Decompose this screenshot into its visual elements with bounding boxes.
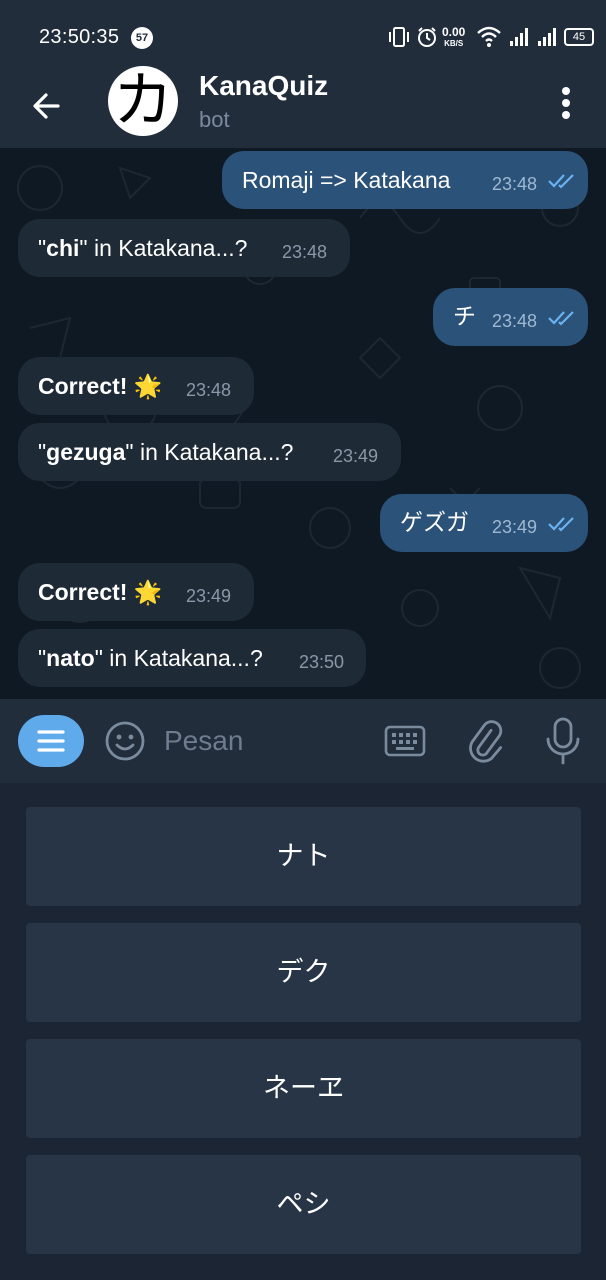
- message-time: 23:49: [186, 586, 232, 606]
- message-time: 23:50: [299, 652, 345, 672]
- menu-lines-icon: [37, 730, 65, 752]
- message-time: 23:48: [492, 311, 538, 331]
- reply-keyboard: ナト デク ネーヱ ペシ: [0, 783, 606, 1280]
- message-text: "gezuga" in Katakana...?: [38, 439, 294, 465]
- read-check-icon: [548, 517, 574, 532]
- message-bubble-incoming[interactable]: Correct! 🌟 23:49: [18, 563, 254, 621]
- more-options-icon[interactable]: [550, 80, 582, 126]
- status-time: 23:50:35: [39, 26, 120, 48]
- message-bubble-outgoing[interactable]: Romaji => Katakana 23:48: [222, 151, 588, 209]
- message-input-bar: [0, 699, 606, 783]
- read-check-icon: [548, 311, 574, 326]
- read-check-icon: [548, 174, 574, 189]
- status-bar: 23:50:35 57 0.00 KB/S 45: [0, 0, 606, 66]
- keyboard-icon[interactable]: [383, 721, 427, 761]
- message-bubble-outgoing[interactable]: ゲズガ 23:49: [380, 494, 588, 552]
- net-speed-value: 0.00: [442, 25, 466, 39]
- reply-option-button[interactable]: ペシ: [26, 1155, 581, 1254]
- net-speed-unit: KB/S: [444, 39, 464, 48]
- message-bubble-incoming[interactable]: "nato" in Katakana...? 23:50: [18, 629, 366, 687]
- message-bubble-incoming[interactable]: "gezuga" in Katakana...? 23:49: [18, 423, 401, 481]
- battery-level: 45: [572, 31, 586, 43]
- chat-title[interactable]: KanaQuiz: [199, 70, 328, 102]
- microphone-icon[interactable]: [542, 715, 584, 767]
- signal-2-icon: [538, 28, 556, 46]
- message-bold-word: chi: [46, 235, 80, 261]
- message-text: "chi" in Katakana...?: [38, 235, 248, 261]
- message-bubble-outgoing[interactable]: チ 23:48: [433, 288, 588, 346]
- emoji-icon[interactable]: [103, 719, 147, 763]
- vibrate-icon: [389, 27, 409, 47]
- notification-count-badge: 57: [131, 27, 153, 49]
- signal-1-icon: [510, 28, 528, 46]
- message-time: 23:48: [492, 174, 538, 194]
- reply-option-button[interactable]: ネーヱ: [26, 1039, 581, 1138]
- message-bubble-incoming[interactable]: "chi" in Katakana...? 23:48: [18, 219, 350, 277]
- chat-subtitle: bot: [199, 107, 230, 132]
- net-speed: 0.00 KB/S: [442, 25, 466, 49]
- message-suffix: in Katakana...?: [87, 235, 248, 261]
- message-bubble-incoming[interactable]: Correct! 🌟 23:48: [18, 357, 254, 415]
- attach-icon[interactable]: [462, 717, 506, 765]
- message-bold-word: nato: [46, 645, 95, 671]
- message-text: "nato" in Katakana...?: [38, 645, 263, 671]
- reply-option-button[interactable]: ナト: [26, 807, 581, 906]
- message-text: Correct! 🌟: [38, 373, 163, 399]
- message-text: ゲズガ: [400, 510, 469, 536]
- message-bold-word: gezuga: [46, 439, 126, 465]
- chat-history[interactable]: Romaji => Katakana 23:48 "chi" in Kataka…: [0, 148, 606, 699]
- message-suffix: in Katakana...?: [133, 439, 294, 465]
- bot-avatar[interactable]: カ: [108, 66, 178, 136]
- avatar-glyph: カ: [113, 66, 173, 136]
- message-time: 23:48: [282, 242, 328, 262]
- message-text: Correct! 🌟: [38, 579, 163, 605]
- wifi-icon: [477, 26, 501, 47]
- chat-header: カ KanaQuiz bot: [0, 66, 606, 148]
- back-arrow-icon[interactable]: [24, 83, 70, 129]
- message-input[interactable]: [164, 719, 364, 763]
- reply-option-button[interactable]: デク: [26, 923, 581, 1022]
- message-time: 23:48: [186, 380, 232, 400]
- message-text: Romaji => Katakana: [242, 167, 451, 193]
- message-text: チ: [453, 304, 476, 330]
- bot-menu-button[interactable]: [18, 715, 84, 767]
- battery-icon: 45: [564, 28, 594, 46]
- message-suffix: in Katakana...?: [102, 645, 263, 671]
- alarm-icon: [418, 27, 436, 47]
- message-time: 23:49: [333, 446, 379, 466]
- message-time: 23:49: [492, 517, 538, 537]
